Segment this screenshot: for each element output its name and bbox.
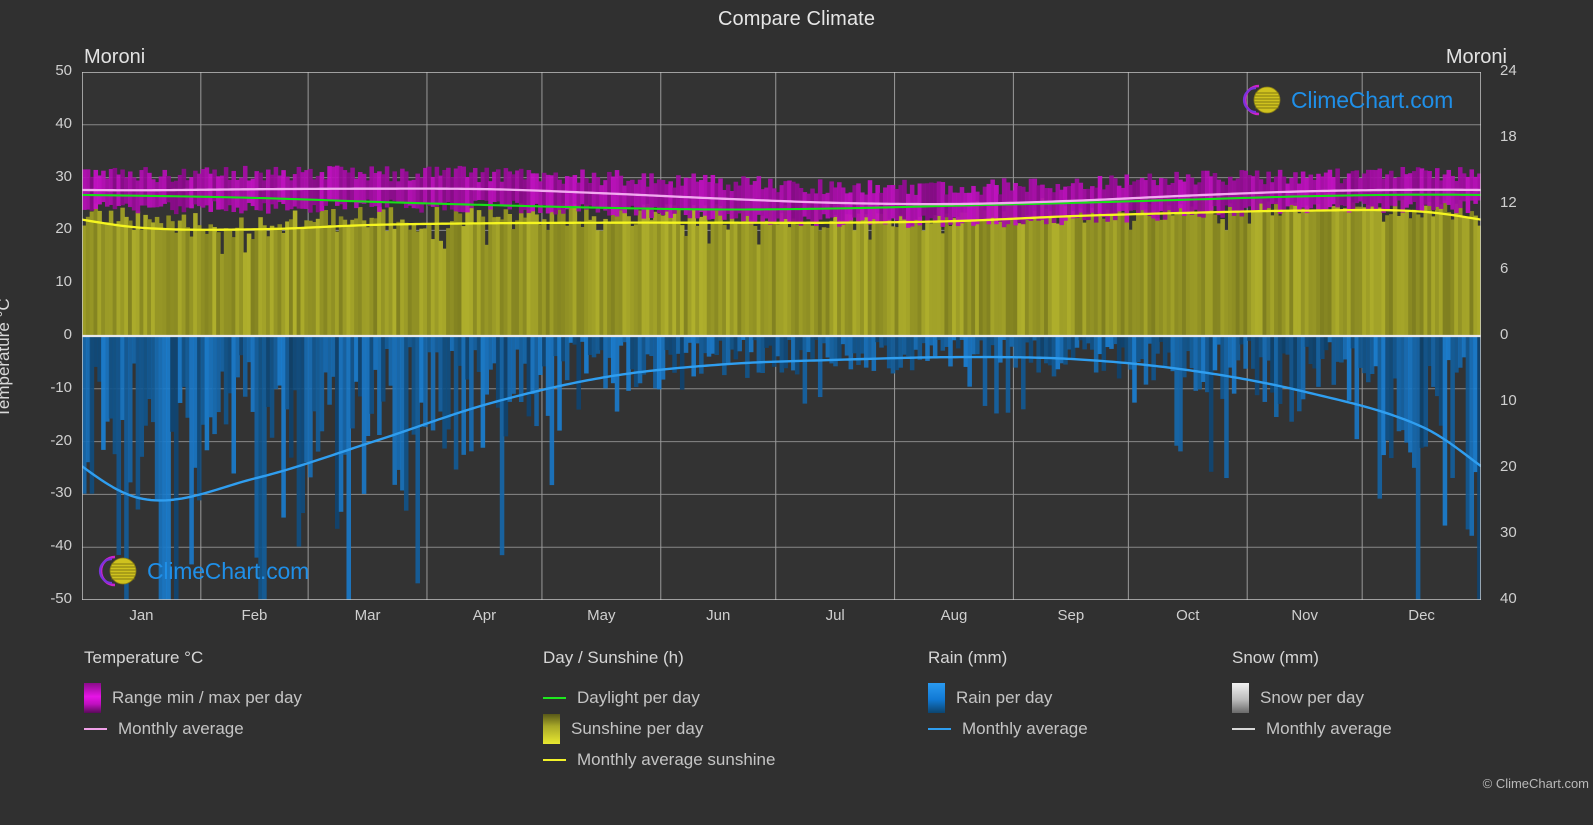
x-tick-aug: Aug — [940, 607, 968, 624]
legend-swatch-line-icon — [543, 696, 566, 699]
legend-swatch-line-icon — [928, 727, 951, 730]
y-tick-right: 20 — [1500, 458, 1517, 475]
legend-heading: Snow (mm) — [1232, 648, 1319, 667]
legend-swatch-box-icon — [84, 682, 101, 713]
legend-line-swatch — [84, 727, 107, 730]
legend-swatch-line-icon — [84, 727, 107, 730]
page-title: Compare Climate — [717, 8, 876, 30]
legend-swatch-line-icon — [1232, 727, 1255, 730]
y-tick-left: -20 — [50, 431, 72, 449]
y-tick-left: -40 — [50, 537, 72, 555]
x-tick-may: May — [587, 607, 616, 624]
legend-item[interactable]: Rain per day — [928, 682, 1088, 713]
y-tick-right: 40 — [1500, 590, 1517, 607]
legend-swatch-box-icon — [928, 682, 945, 713]
x-tick-apr: Apr — [472, 607, 497, 624]
legend-swatch-box-icon — [1232, 682, 1249, 713]
legend-group-temperature: Temperature °C Range min / max per day Mo… — [84, 648, 302, 744]
legend-line-swatch — [543, 696, 566, 699]
copyright-text: © ClimeChart.com — [1482, 776, 1589, 791]
legend-item[interactable]: Daylight per day — [543, 682, 775, 713]
climate-chart-page: Compare Climate Moroni Moroni Temperatur… — [0, 0, 1593, 825]
chart-plot-area — [82, 72, 1481, 600]
x-tick-dec: Dec — [1408, 607, 1435, 624]
y-tick-left: -10 — [50, 378, 72, 396]
legend-item[interactable]: Range min / max per day — [84, 682, 302, 713]
legend-line-swatch — [1232, 727, 1255, 730]
legend-group-snow: Snow (mm) Snow per day Monthly average — [1232, 648, 1392, 744]
legend-item-label: Monthly average — [962, 718, 1088, 738]
legend-item[interactable]: Monthly average — [1232, 713, 1392, 744]
legend-group-rain: Rain (mm) Rain per day Monthly average — [928, 648, 1088, 744]
legend-line-swatch — [928, 727, 951, 730]
legend-line-swatch — [543, 758, 566, 761]
legend-item-label: Rain per day — [956, 687, 1053, 707]
y-tick-left: -30 — [50, 484, 72, 502]
legend-swatch-line-icon — [543, 758, 566, 761]
chart-svg — [82, 72, 1481, 600]
legend-item-label: Range min / max per day — [112, 687, 302, 707]
x-tick-oct: Oct — [1176, 607, 1200, 624]
city-label-left: Moroni — [84, 46, 146, 68]
chart-legend: Temperature °C Range min / max per day Mo… — [0, 648, 1593, 798]
legend-item-label: Monthly average sunshine — [577, 749, 776, 769]
y-tick-left: 50 — [55, 62, 72, 79]
legend-items: Daylight per day Sunshine per day Monthly … — [543, 682, 775, 775]
legend-items: Snow per day Monthly average — [1232, 682, 1392, 744]
legend-item-label: Monthly average — [118, 718, 244, 738]
x-tick-jun: Jun — [706, 607, 731, 624]
legend-heading: Temperature °C — [84, 648, 204, 667]
legend-item-label: Daylight per day — [577, 687, 700, 707]
y-tick-left: 40 — [55, 114, 72, 132]
legend-item[interactable]: Sunshine per day — [543, 713, 775, 744]
x-tick-sep: Sep — [1057, 607, 1085, 624]
axis-title-temperature: Temperature °C — [0, 298, 13, 418]
legend-swatch-box-icon — [543, 713, 560, 744]
legend-item[interactable]: Snow per day — [1232, 682, 1392, 713]
y-tick-right: 18 — [1500, 128, 1517, 145]
legend-item-label: Snow per day — [1260, 687, 1364, 707]
y-tick-right: 30 — [1500, 524, 1517, 541]
y-tick-left: 10 — [55, 273, 72, 291]
x-tick-jan: Jan — [129, 607, 154, 624]
y-tick-left: -50 — [50, 590, 72, 607]
y-tick-left: 0 — [63, 326, 72, 343]
legend-item[interactable]: Monthly average sunshine — [543, 744, 775, 775]
y-tick-right: 24 — [1500, 62, 1517, 79]
x-tick-jul: Jul — [825, 607, 845, 624]
city-label-right: Moroni — [1445, 46, 1507, 68]
legend-item-label: Monthly average — [1266, 718, 1392, 738]
legend-item[interactable]: Monthly average — [928, 713, 1088, 744]
y-tick-right: 10 — [1500, 392, 1517, 409]
legend-heading: Rain (mm) — [928, 648, 1008, 667]
legend-items: Range min / max per day Monthly average — [84, 682, 302, 744]
legend-item[interactable]: Monthly average — [84, 713, 302, 744]
y-tick-left: 30 — [55, 167, 72, 185]
y-tick-right: 12 — [1500, 194, 1517, 211]
legend-group-day-sunshine: Day / Sunshine (h) Daylight per day Sunsh… — [543, 648, 775, 775]
y-tick-right: 6 — [1500, 260, 1509, 277]
y-tick-right: 0 — [1500, 326, 1509, 343]
x-tick-feb: Feb — [241, 607, 268, 624]
legend-heading: Day / Sunshine (h) — [543, 648, 684, 667]
x-tick-nov: Nov — [1291, 607, 1319, 624]
legend-items: Rain per day Monthly average — [928, 682, 1088, 744]
legend-item-label: Sunshine per day — [571, 718, 704, 738]
y-tick-left: 20 — [55, 220, 72, 238]
x-tick-mar: Mar — [354, 607, 381, 624]
